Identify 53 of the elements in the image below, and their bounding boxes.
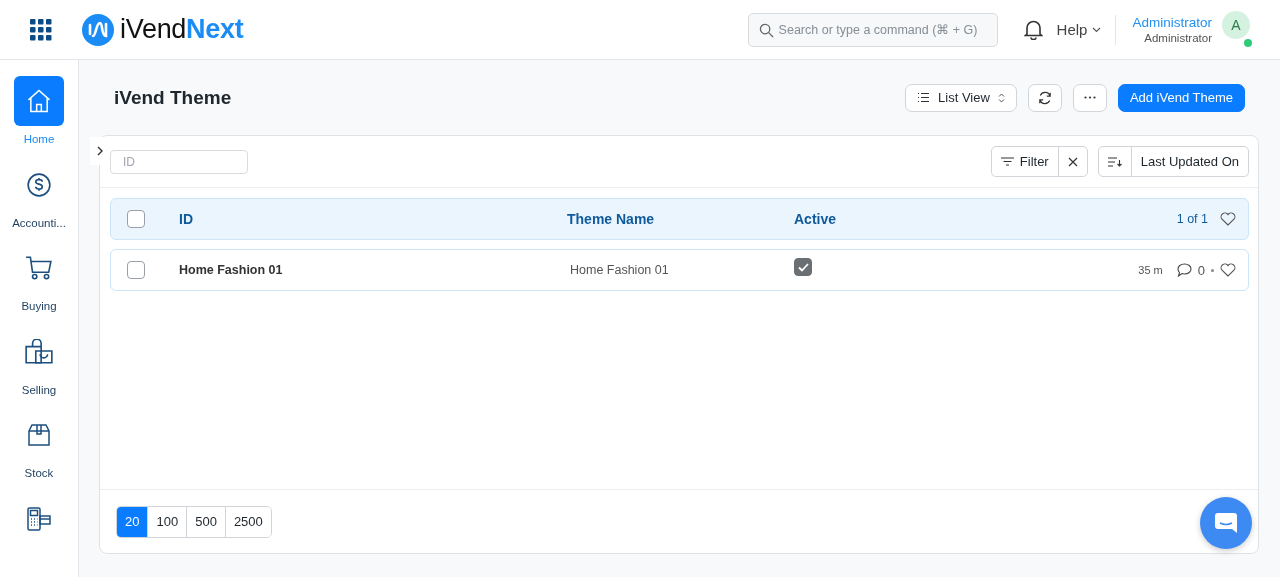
- filter-icon: [1000, 157, 1014, 166]
- avatar[interactable]: A: [1222, 10, 1250, 39]
- list-icon: [917, 92, 931, 103]
- table-row[interactable]: Home Fashion 01 Home Fashion 01 35 m 0: [110, 249, 1249, 291]
- comment-count: 0: [1197, 262, 1205, 278]
- more-icon: [1083, 96, 1096, 99]
- sort-arrows-icon: [997, 92, 1005, 103]
- comment-icon: [1176, 263, 1192, 277]
- user-role: Administrator: [1144, 32, 1212, 44]
- heart-icon[interactable]: [1220, 212, 1236, 226]
- card-terminal-icon: [26, 505, 52, 532]
- heart-icon[interactable]: [1220, 263, 1236, 277]
- sidebar-item[interactable]: Home: [0, 76, 78, 160]
- sidebar-item[interactable]: Buying: [0, 243, 78, 327]
- result-count: 1 of 1: [1176, 212, 1208, 226]
- separator-dot-icon: [1211, 268, 1214, 272]
- dollar-icon: [26, 171, 52, 198]
- column-header: Active: [794, 211, 838, 227]
- add-button[interactable]: Add iVend Theme: [1117, 83, 1245, 112]
- cart-icon: [25, 255, 53, 281]
- logo-icon: [82, 13, 114, 46]
- check-icon: [797, 262, 809, 272]
- app-grid-icon[interactable]: [30, 18, 52, 41]
- list-view-button[interactable]: List View: [905, 83, 1017, 112]
- page-size-button[interactable]: 2500: [224, 506, 271, 537]
- table-cell-text: Home Fashion 01: [179, 263, 284, 277]
- sort-icon: [1107, 156, 1122, 167]
- id-filter-field[interactable]: ID: [110, 149, 248, 174]
- chat-icon: [1214, 512, 1238, 534]
- page-size-button[interactable]: 20: [117, 506, 148, 537]
- table-cell-text: Home Fashion 01: [569, 263, 670, 277]
- brand-name: iVendNext: [120, 14, 244, 45]
- search-field[interactable]: Search or type a command (⌘ + G): [747, 12, 998, 47]
- package-icon: [27, 423, 51, 447]
- refresh-icon: [1037, 90, 1052, 105]
- bell-icon[interactable]: [1023, 19, 1043, 40]
- search-icon: [758, 22, 774, 38]
- modified-time: 35 m: [1138, 264, 1163, 276]
- caret-icon: [1092, 26, 1102, 33]
- close-icon: [1067, 156, 1078, 167]
- refresh-button[interactable]: [1027, 83, 1062, 112]
- help-menu[interactable]: Help: [1056, 21, 1102, 38]
- chevron-right-icon: [96, 146, 103, 156]
- column-header: Theme Name: [567, 211, 656, 227]
- checkbox[interactable]: [127, 210, 145, 228]
- sidebar-item[interactable]: Selling: [0, 326, 78, 410]
- sidebar-item[interactable]: Accounti...: [0, 159, 78, 243]
- checkbox[interactable]: [127, 261, 145, 279]
- home-icon: [25, 87, 53, 115]
- column-header: ID: [179, 211, 194, 227]
- shopping-bag-icon: [24, 338, 54, 365]
- sidebar-item[interactable]: Stock: [0, 410, 78, 494]
- page-title: iVend Theme: [114, 86, 232, 109]
